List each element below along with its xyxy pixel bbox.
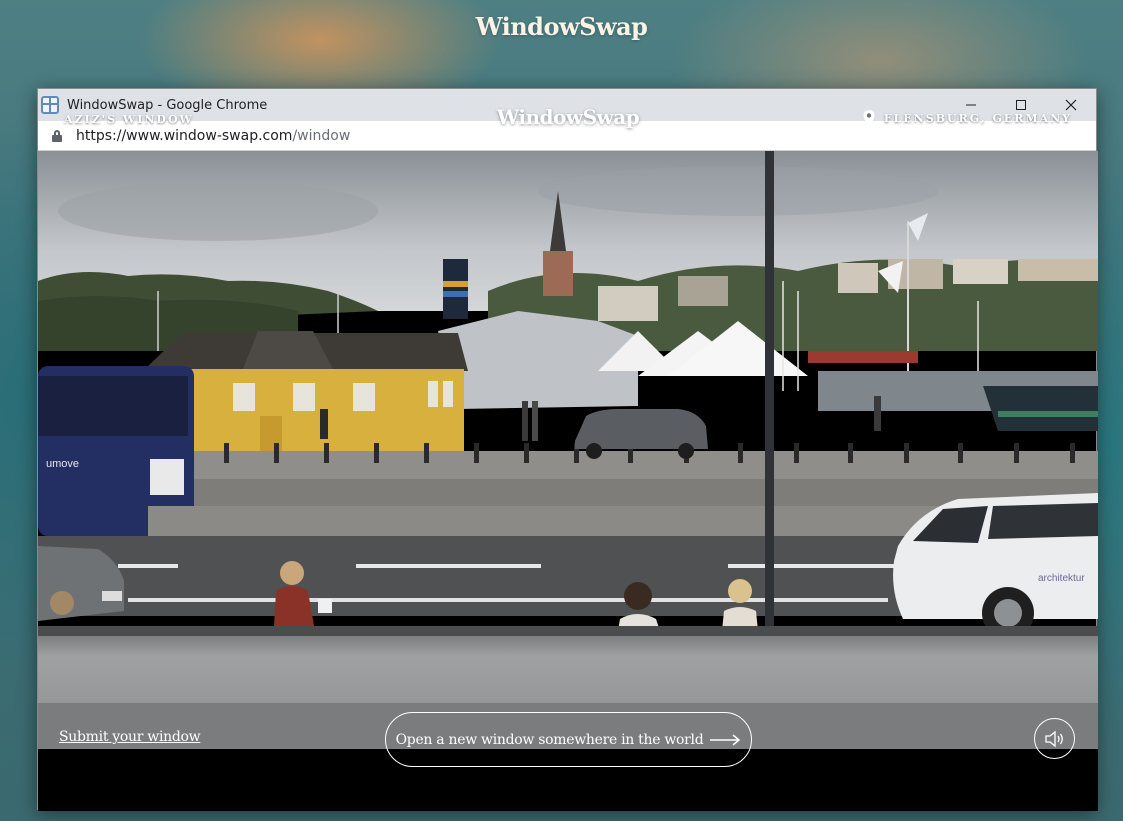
bus-logo-text: umove <box>46 458 79 470</box>
url-path: /window <box>292 127 351 144</box>
open-new-window-button[interactable]: Open a new window somewhere in the world <box>385 712 752 767</box>
sound-toggle-button[interactable] <box>1034 718 1075 759</box>
background-logo: WindowSwap <box>475 12 648 41</box>
location-label: FLENSBURG, GERMANY <box>862 109 1072 127</box>
location-text: FLENSBURG, GERMANY <box>883 111 1072 125</box>
url-host: https://www.window-swap.com <box>76 127 293 144</box>
svg-text:architektur: architektur <box>1038 573 1085 584</box>
lock-icon[interactable] <box>52 129 62 142</box>
arrow-right-icon <box>710 733 741 746</box>
speaker-icon <box>1044 730 1063 747</box>
map-pin-icon <box>863 110 875 126</box>
url-field[interactable]: https://www.window-swap.com/window <box>76 128 350 144</box>
window-scene: umove architektur <box>38 151 1098 749</box>
window-view: umove architektur <box>38 151 1098 749</box>
submit-window-link[interactable]: Submit your window <box>59 729 201 745</box>
browser-window: WindowSwap - Google Chrome https://www.w… <box>37 88 1098 811</box>
cta-label: Open a new window somewhere in the world <box>395 731 704 748</box>
